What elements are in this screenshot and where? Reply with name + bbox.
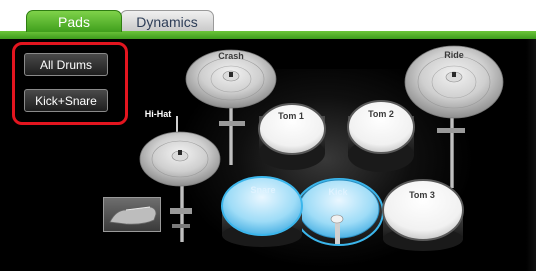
snare-label: Snare bbox=[250, 185, 275, 195]
tom-1-label: Tom 1 bbox=[278, 111, 304, 121]
ride-cymbal[interactable]: Ride bbox=[404, 45, 504, 119]
kick-label: Kick bbox=[328, 187, 348, 197]
tom-3-drum[interactable]: Tom 3 bbox=[382, 179, 464, 251]
hihat-cymbal[interactable]: Hi-Hat bbox=[139, 109, 221, 187]
drum-kit: Crash Ride Hi-Hat Kick Tom 1 Tom 2 Snare… bbox=[139, 45, 504, 251]
tab-pads[interactable]: Pads bbox=[26, 10, 122, 32]
ride-label: Ride bbox=[444, 50, 464, 60]
kick-drum[interactable]: Kick bbox=[294, 178, 384, 246]
crash-label: Crash bbox=[218, 51, 244, 61]
hihat-pedal-icon[interactable] bbox=[103, 197, 161, 232]
tom-3-label: Tom 3 bbox=[409, 190, 435, 200]
tom-2-drum[interactable]: Tom 2 bbox=[347, 100, 415, 172]
hihat-label: Hi-Hat bbox=[145, 109, 172, 119]
crash-cymbal[interactable]: Crash bbox=[185, 49, 277, 109]
tom-2-label: Tom 2 bbox=[368, 109, 394, 119]
tom-1-drum[interactable]: Tom 1 bbox=[258, 103, 326, 170]
snare-drum[interactable]: Snare bbox=[221, 176, 303, 247]
